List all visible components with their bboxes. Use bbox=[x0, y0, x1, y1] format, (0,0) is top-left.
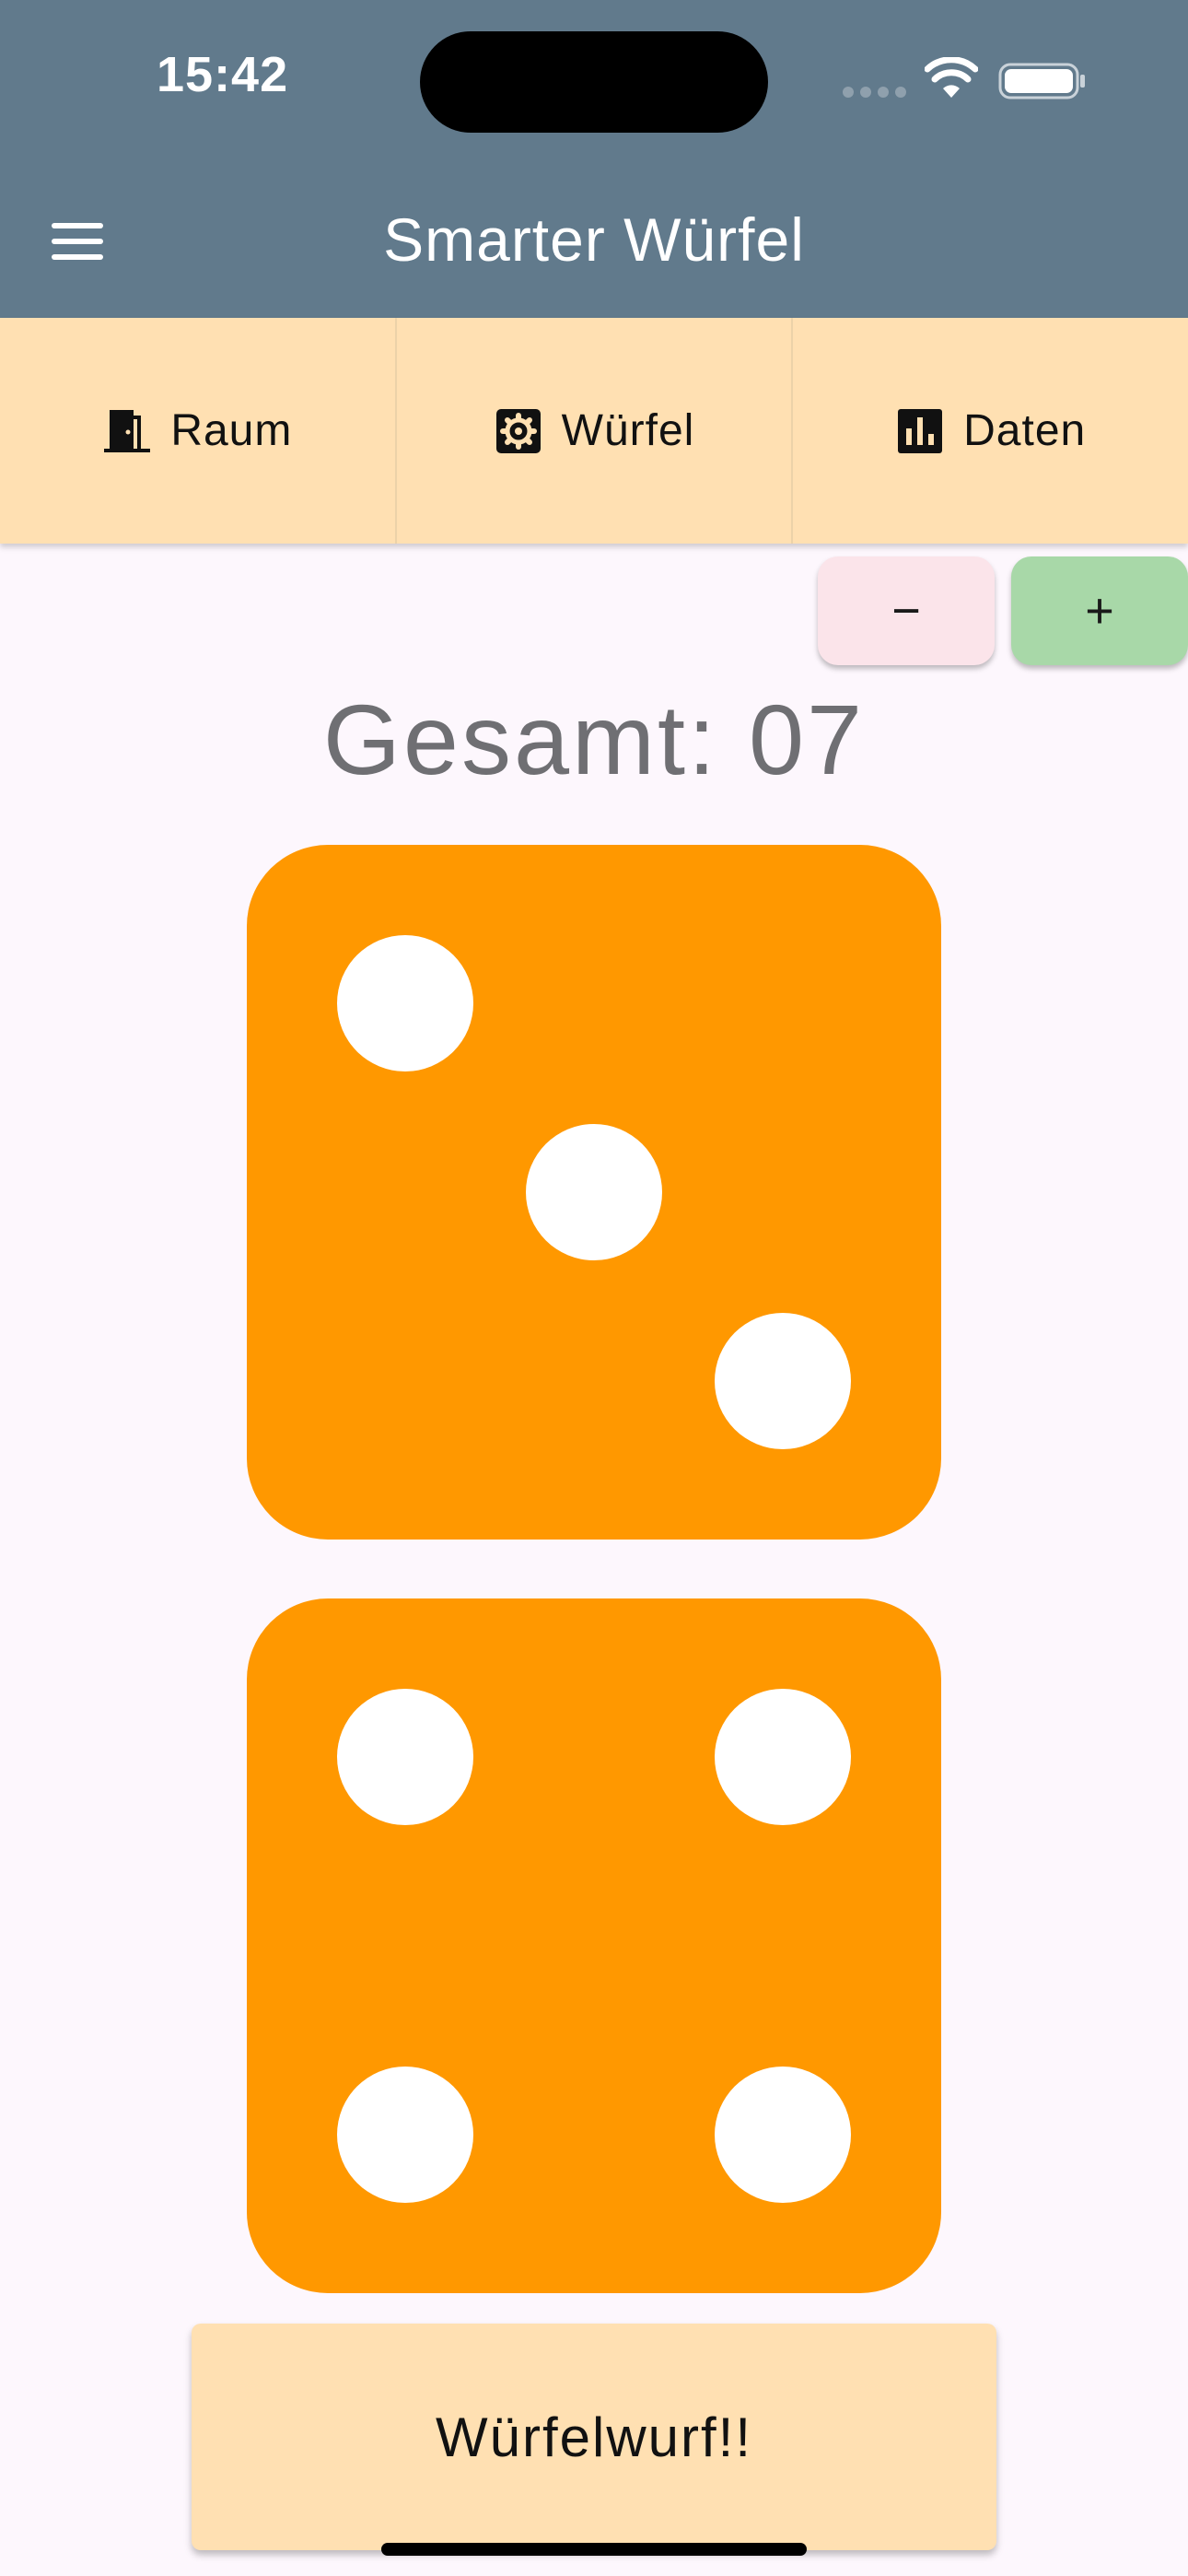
die-pip bbox=[337, 935, 473, 1071]
roll-button[interactable]: Würfelwurf!! bbox=[192, 2324, 996, 2550]
signal-dots-icon bbox=[843, 87, 907, 98]
decrease-dice-button[interactable]: − bbox=[818, 556, 995, 665]
door-icon bbox=[104, 409, 151, 452]
die-pip bbox=[526, 1124, 662, 1260]
tab-wuerfel[interactable]: Würfel bbox=[396, 318, 794, 544]
roll-button-label: Würfelwurf!! bbox=[435, 2406, 753, 2468]
bar-chart-icon bbox=[898, 408, 943, 453]
die-pip bbox=[715, 1313, 851, 1449]
tab-label: Raum bbox=[170, 406, 293, 455]
total-label: Gesamt: 07 bbox=[322, 684, 866, 795]
increase-dice-button[interactable]: + bbox=[1011, 556, 1188, 665]
dynamic-island bbox=[420, 31, 768, 133]
status-time: 15:42 bbox=[157, 47, 289, 102]
tab-label: Daten bbox=[963, 406, 1087, 455]
die-1 bbox=[247, 845, 941, 1540]
app-title: Smarter Würfel bbox=[383, 205, 805, 274]
wifi-icon bbox=[925, 57, 978, 98]
gear-icon bbox=[495, 408, 541, 453]
die-2 bbox=[247, 1598, 941, 2293]
app-bar: 15:42 Smarter Würfel bbox=[0, 0, 1188, 318]
die-pip bbox=[337, 1689, 473, 1825]
die-pip bbox=[337, 2067, 473, 2203]
tab-raum[interactable]: Raum bbox=[0, 318, 397, 544]
die-pip bbox=[715, 2067, 851, 2203]
tab-label: Würfel bbox=[561, 406, 695, 455]
battery-icon bbox=[998, 63, 1085, 100]
tab-bar: Raum Würfel Daten bbox=[0, 318, 1188, 544]
die-pip bbox=[715, 1689, 851, 1825]
home-indicator bbox=[381, 2543, 807, 2556]
tab-daten[interactable]: Daten bbox=[793, 318, 1188, 544]
